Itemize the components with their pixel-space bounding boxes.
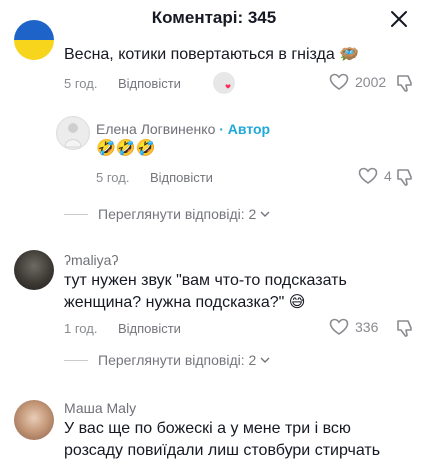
comment-text-line: женщина? нужна подсказка?" 😅 [64,294,306,311]
like-count: 336 [355,319,379,335]
comment-text-line: розсаду повиїдали лиш стовбури стирчать [64,442,381,459]
comment-time: 5 год. [64,76,98,91]
dislike-icon[interactable] [394,166,416,188]
view-replies-button[interactable]: Переглянути відповіді: 2 [64,352,270,368]
heart-icon [329,318,349,335]
heart-icon [329,73,349,90]
reply-button[interactable]: Відповісти [150,170,213,185]
commenter-name-text: Елена Логвиненко [96,121,216,137]
divider-line [64,213,88,215]
comment-text-content: Весна, котики повертаються в гнізда [64,46,335,63]
heart-icon [225,84,231,89]
avatar[interactable] [14,20,54,60]
view-replies-label: Переглянути відповіді: 2 [98,352,257,368]
avatar[interactable] [14,400,54,440]
view-replies-label: Переглянути відповіді: 2 [98,206,257,222]
author-badge: · Автор [219,121,271,137]
avatar[interactable] [56,116,90,150]
like-count: 2002 [355,74,387,90]
chevron-down-icon [260,211,270,217]
like-button[interactable]: 2002 [329,72,386,92]
like-button[interactable]: 4 [358,166,392,186]
comments-header: Коментарі: 345 [0,0,428,38]
comment-text: У вас ще по божескі а у мене три і всю р… [64,418,380,462]
close-icon[interactable] [388,8,410,30]
comment-time: 5 год. [96,170,130,185]
like-count: 4 [384,168,392,184]
comment-text-line: тут нужен звук "вам что-то подсказать [64,272,347,289]
dislike-icon[interactable] [394,317,416,339]
view-replies-button[interactable]: Переглянути відповіді: 2 [64,206,270,222]
comment-text: тут нужен звук "вам что-то подсказать же… [64,270,347,314]
comments-title: Коментарі: 345 [151,8,277,27]
reply-button[interactable]: Відповісти [118,321,181,336]
chevron-down-icon [260,357,270,363]
commenter-name[interactable]: Елена Логвиненко · Автор [96,121,270,137]
nest-emoji: 🪺 [339,46,360,63]
reply-button[interactable]: Відповісти [118,76,181,91]
commenter-name[interactable]: Маша Maly [64,400,136,416]
liked-by-creator-avatar [212,71,236,95]
like-button[interactable]: 336 [329,317,378,337]
comment-text-line: У вас ще по божескі а у мене три і всю [64,420,351,437]
person-icon [64,123,82,148]
comment-text: 🤣🤣🤣 [96,140,156,157]
heart-icon [358,167,378,184]
avatar[interactable] [14,250,54,290]
comment-text: Весна, котики повертаються в гнізда 🪺 [64,44,359,66]
comment-time: 1 год. [64,321,98,336]
commenter-name[interactable]: ʔmaliyaʔ [64,252,118,268]
divider-line [64,359,88,361]
dislike-icon[interactable] [394,72,416,94]
